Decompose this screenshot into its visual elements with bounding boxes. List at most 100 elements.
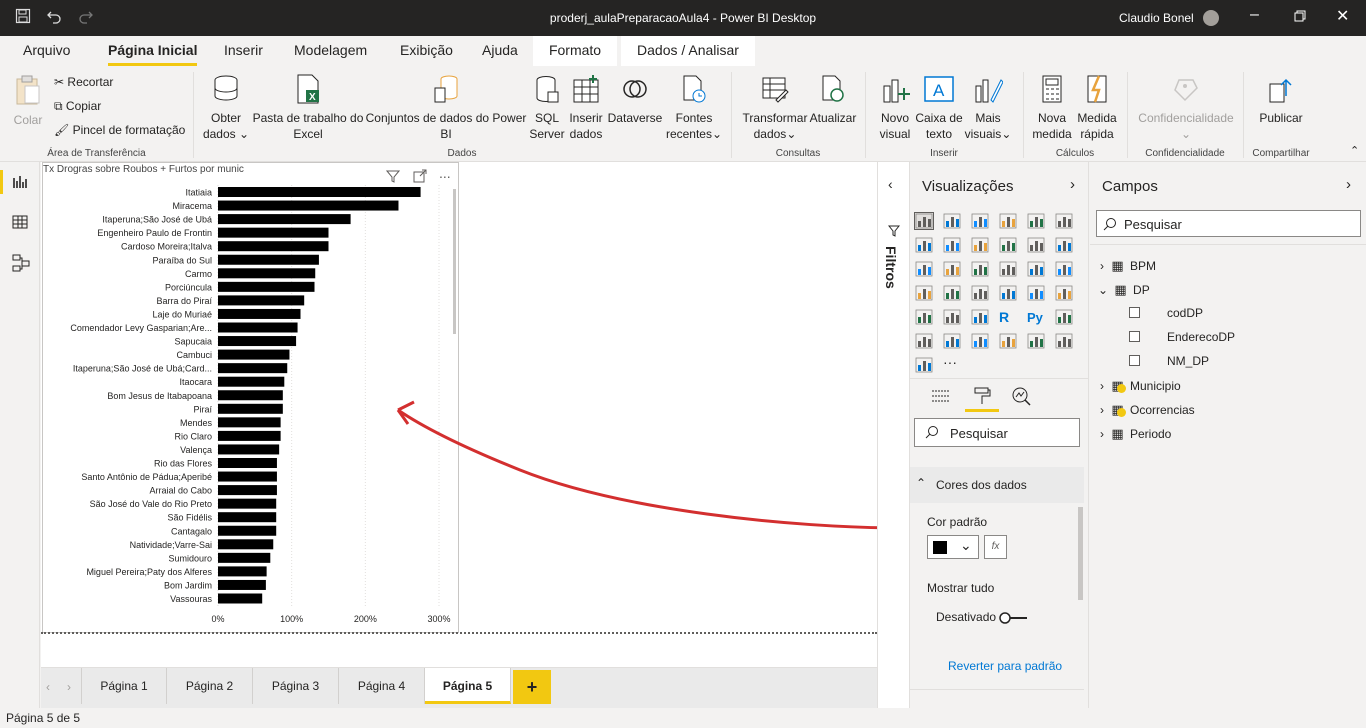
line-column-2-icon[interactable]: [1027, 237, 1045, 253]
scatter-icon[interactable]: [971, 261, 989, 277]
bar[interactable]: [218, 349, 290, 360]
area-icon[interactable]: [943, 237, 961, 253]
data-view-icon[interactable]: [12, 214, 28, 235]
100-bar-icon[interactable]: [1027, 213, 1045, 229]
bar[interactable]: [218, 566, 267, 577]
gauge-icon[interactable]: [971, 285, 989, 301]
tab-formato[interactable]: Formato: [533, 36, 617, 66]
format-paint-roller-icon[interactable]: [972, 386, 992, 411]
bar[interactable]: [218, 227, 329, 238]
bar[interactable]: [218, 471, 277, 482]
tab-ajuda[interactable]: Ajuda: [482, 42, 518, 58]
page-tab-3[interactable]: Página 3: [253, 668, 339, 704]
bar-chart-visual[interactable]: Tx Drogras sobre Roubos + Furtos por mun…: [42, 162, 459, 633]
filled-map-icon[interactable]: [943, 285, 961, 301]
page-tab-1[interactable]: Página 1: [81, 668, 167, 704]
bar[interactable]: [218, 363, 288, 374]
bar[interactable]: [218, 539, 274, 550]
treemap-icon[interactable]: [1055, 261, 1073, 277]
copy-button[interactable]: ⧉ Copiar: [54, 99, 101, 114]
page-tab-4[interactable]: Página 4: [339, 668, 425, 704]
refresh-button[interactable]: Atualizar: [808, 74, 858, 126]
minimize-icon[interactable]: –: [1250, 6, 1259, 24]
filters-label[interactable]: Filtros: [883, 246, 899, 289]
stacked-bar-icon[interactable]: [914, 212, 934, 230]
cut-button[interactable]: ✂ Recortar: [54, 75, 113, 89]
more-visuals-button[interactable]: Mais visuais⌄: [964, 74, 1012, 142]
custom-visual-icon[interactable]: [915, 357, 933, 373]
user-name[interactable]: Claudio Bonel: [1119, 11, 1194, 25]
format-search-input[interactable]: Pesquisar: [914, 418, 1080, 447]
publish-button[interactable]: Publicar: [1252, 74, 1310, 126]
new-measure-button[interactable]: Nova medida: [1030, 74, 1074, 142]
page-tab-5[interactable]: Página 5: [425, 668, 511, 704]
tab-inserir[interactable]: Inserir: [224, 42, 263, 58]
card-icon[interactable]: [999, 285, 1017, 301]
bar[interactable]: [218, 268, 316, 279]
bar[interactable]: [218, 281, 315, 292]
bar[interactable]: [218, 376, 285, 387]
restore-icon[interactable]: [1294, 6, 1306, 27]
sql-server-button[interactable]: SQL Server: [528, 74, 566, 142]
bar[interactable]: [218, 417, 281, 428]
kpi-icon[interactable]: [1055, 285, 1073, 301]
table-icon[interactable]: [943, 309, 961, 325]
field-checkbox[interactable]: [1129, 355, 1140, 366]
report-view-icon[interactable]: [12, 174, 28, 195]
tab-exibicao[interactable]: Exibição: [400, 42, 453, 58]
conditional-format-fx-button[interactable]: fx: [984, 535, 1007, 559]
donut-icon[interactable]: [1027, 261, 1045, 277]
field-nm-dp[interactable]: NM_DP: [1167, 354, 1209, 368]
add-page-button[interactable]: +: [513, 670, 551, 704]
bar[interactable]: [218, 322, 298, 333]
next-page-icon[interactable]: ›: [67, 680, 71, 694]
avatar[interactable]: [1203, 10, 1219, 26]
waterfall-icon[interactable]: [915, 261, 933, 277]
field-coddp[interactable]: codDP: [1167, 306, 1203, 320]
bar[interactable]: [218, 512, 277, 523]
pie-icon[interactable]: [999, 261, 1017, 277]
format-painter-button[interactable]: 🖌 Pincel de formatação: [54, 123, 185, 137]
bar[interactable]: [218, 498, 277, 509]
bar[interactable]: [218, 336, 297, 347]
paginated-icon[interactable]: [999, 333, 1017, 349]
bar[interactable]: [218, 200, 399, 211]
slicer-icon[interactable]: [915, 309, 933, 325]
fields-search-input[interactable]: Pesquisar: [1096, 210, 1361, 237]
tab-modelagem[interactable]: Modelagem: [294, 42, 367, 58]
prev-page-icon[interactable]: ‹: [46, 680, 50, 694]
python-visual-icon[interactable]: Py: [1027, 309, 1045, 325]
bar[interactable]: [218, 485, 277, 496]
datasets-button[interactable]: Conjuntos de dados do Power BI: [364, 74, 528, 142]
table-bpm[interactable]: › ▦ BPM: [1100, 258, 1156, 274]
key-influencers-icon[interactable]: [1055, 309, 1073, 325]
map-icon[interactable]: [915, 285, 933, 301]
close-icon[interactable]: ✕: [1336, 6, 1349, 26]
bar[interactable]: [218, 187, 421, 197]
reset-to-default-link[interactable]: Reverter para padrão: [948, 659, 1062, 673]
fields-well-icon[interactable]: [931, 388, 951, 411]
chevron-right-icon[interactable]: ›: [1346, 176, 1351, 193]
show-all-toggle[interactable]: [999, 611, 1029, 625]
bar[interactable]: [218, 525, 277, 536]
tab-pagina-inicial[interactable]: Página Inicial: [108, 42, 198, 66]
bar[interactable]: [218, 444, 280, 455]
clustered-bar-icon[interactable]: [971, 213, 989, 229]
more-icon[interactable]: ···: [943, 355, 961, 373]
stacked-column-icon[interactable]: [943, 213, 961, 229]
bar[interactable]: [218, 579, 266, 590]
chevron-left-icon[interactable]: ‹: [888, 176, 893, 192]
get-data-button[interactable]: Obter dados ⌄: [200, 74, 252, 142]
decomposition-tree-icon[interactable]: [915, 333, 933, 349]
quick-measure-button[interactable]: Medida rápida: [1074, 74, 1120, 142]
multi-row-card-icon[interactable]: [1027, 285, 1045, 301]
table-municipio[interactable]: › ▦ Municipio: [1100, 378, 1181, 394]
bar[interactable]: [218, 430, 281, 441]
table-periodo[interactable]: › ▦ Periodo: [1100, 426, 1171, 442]
bar[interactable]: [218, 295, 305, 306]
field-checkbox[interactable]: [1129, 331, 1140, 342]
enter-data-button[interactable]: Inserir dados: [566, 74, 606, 142]
bar[interactable]: [218, 403, 283, 414]
excel-button[interactable]: X Pasta de trabalho do Excel: [252, 74, 364, 142]
clustered-column-icon[interactable]: [999, 213, 1017, 229]
